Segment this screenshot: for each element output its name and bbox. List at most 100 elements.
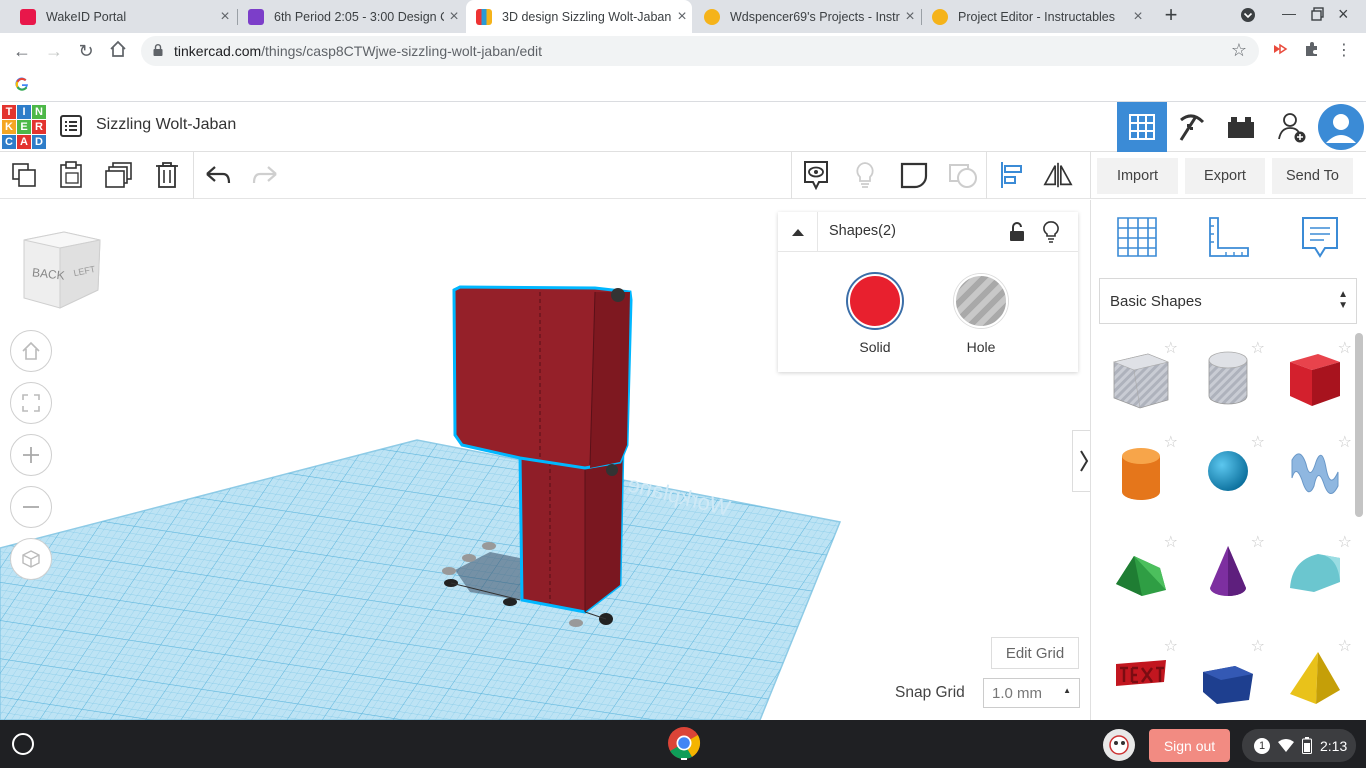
- send-to-button[interactable]: Send To: [1272, 158, 1353, 194]
- shape-round-roof[interactable]: ☆: [1278, 534, 1352, 608]
- copy-button[interactable]: [9, 160, 39, 190]
- reload-icon[interactable]: ↻: [74, 40, 98, 62]
- shape-box-hole[interactable]: ☆: [1104, 340, 1178, 414]
- shape-cylinder[interactable]: ☆: [1104, 434, 1178, 508]
- undo-button[interactable]: [203, 160, 233, 190]
- 3d-design-view-button[interactable]: [1117, 102, 1167, 152]
- google-icon[interactable]: [15, 77, 29, 91]
- favorite-star-icon[interactable]: ☆: [1251, 532, 1265, 552]
- perspective-toggle-button[interactable]: [10, 538, 52, 580]
- solid-color-swatch[interactable]: [848, 274, 902, 328]
- bookmark-star-icon[interactable]: ☆: [1231, 40, 1247, 61]
- back-icon[interactable]: ←: [10, 40, 34, 62]
- close-tab-icon[interactable]: ×: [1128, 8, 1148, 26]
- invite-user-button[interactable]: [1267, 102, 1317, 152]
- home-icon[interactable]: [106, 40, 130, 62]
- close-window-icon[interactable]: ×: [1338, 4, 1349, 25]
- tinkercad-logo[interactable]: T I N K E R C A D: [2, 105, 46, 149]
- status-tray[interactable]: 1 2:13: [1242, 729, 1356, 762]
- view-cube[interactable]: BACK LEFT: [20, 230, 102, 312]
- favorite-star-icon[interactable]: ☆: [1251, 432, 1265, 452]
- chrome-icon[interactable]: [667, 726, 701, 760]
- edit-grid-button[interactable]: Edit Grid: [991, 637, 1079, 669]
- hole-swatch[interactable]: [954, 274, 1008, 328]
- profile-avatar[interactable]: [1316, 102, 1366, 152]
- shape-wedge[interactable]: ☆: [1191, 638, 1265, 712]
- sign-out-button[interactable]: Sign out: [1149, 729, 1230, 762]
- workplane-grid[interactable]: Workplane: [0, 400, 900, 720]
- close-tab-icon[interactable]: ×: [444, 8, 464, 26]
- favorite-star-icon[interactable]: ☆: [1164, 636, 1178, 656]
- tab-project-editor[interactable]: Project Editor - Instructables ×: [922, 0, 1148, 33]
- close-tab-icon[interactable]: ×: [672, 8, 692, 26]
- shape-box[interactable]: ☆: [1278, 340, 1352, 414]
- launcher-button[interactable]: [12, 733, 34, 755]
- shape-cone[interactable]: ☆: [1191, 534, 1265, 608]
- shape-category-select[interactable]: Basic Shapes ▲ ▼: [1099, 278, 1357, 324]
- workplane-tool-icon[interactable]: [1114, 214, 1160, 260]
- bricks-view-button[interactable]: [1216, 102, 1266, 152]
- design-list-icon[interactable]: [59, 114, 83, 138]
- favorite-star-icon[interactable]: ☆: [1338, 432, 1352, 452]
- notes-tool-icon[interactable]: [1297, 214, 1343, 260]
- close-tab-icon[interactable]: ×: [215, 8, 235, 26]
- expand-shapes-panel-button[interactable]: [1072, 430, 1090, 492]
- shape-cylinder-hole[interactable]: ☆: [1191, 340, 1265, 414]
- delete-button[interactable]: [152, 160, 182, 190]
- tab-wakeid-portal[interactable]: WakeID Portal ×: [10, 0, 235, 33]
- home-view-button[interactable]: [10, 330, 52, 372]
- shapes-scrollbar[interactable]: [1355, 333, 1363, 517]
- design-title[interactable]: Sizzling Wolt-Jaban: [96, 116, 236, 134]
- user-avatar-icon[interactable]: [1102, 728, 1136, 762]
- workplane-viewport[interactable]: Workplane BACK LEFT Shapes(2) Solid Hole…: [0, 200, 1090, 720]
- shape-pyramid[interactable]: ☆: [1278, 638, 1352, 712]
- mirror-button[interactable]: [1043, 160, 1073, 190]
- tab-6th-period[interactable]: 6th Period 2:05 - 3:00 Design C ×: [238, 0, 464, 33]
- collapse-inspector-button[interactable]: [778, 212, 818, 252]
- paste-button[interactable]: [56, 160, 86, 190]
- shape-scribble[interactable]: ☆: [1278, 434, 1352, 508]
- lightbulb-icon[interactable]: [1043, 221, 1059, 243]
- blocks-view-button[interactable]: [1167, 102, 1217, 152]
- redo-button[interactable]: [250, 160, 280, 190]
- lock-icon[interactable]: [1009, 222, 1025, 242]
- shape-roof[interactable]: ☆: [1104, 534, 1178, 608]
- forward-icon[interactable]: →: [42, 40, 66, 62]
- zoom-out-button[interactable]: [10, 486, 52, 528]
- import-button[interactable]: Import: [1097, 158, 1178, 194]
- snap-grid-select[interactable]: 1.0 mm ▲: [983, 678, 1080, 708]
- logo-letter: N: [32, 105, 46, 119]
- duplicate-button[interactable]: [104, 160, 134, 190]
- minimize-icon[interactable]: —: [1282, 5, 1296, 21]
- favorite-star-icon[interactable]: ☆: [1164, 532, 1178, 552]
- new-tab-button[interactable]: +: [1160, 4, 1182, 28]
- more-menu-icon[interactable]: ⋮: [1332, 40, 1356, 62]
- restore-icon[interactable]: [1311, 7, 1325, 24]
- ruler-tool-icon[interactable]: [1206, 214, 1252, 260]
- shape-text[interactable]: ☆: [1104, 638, 1178, 712]
- extensions-puzzle-icon[interactable]: [1300, 40, 1324, 62]
- notes-tool-button[interactable]: [801, 160, 831, 190]
- favorite-star-icon[interactable]: ☆: [1251, 338, 1265, 358]
- favorite-star-icon[interactable]: ☆: [1164, 432, 1178, 452]
- shape-sphere[interactable]: ☆: [1191, 434, 1265, 508]
- ungroup-button[interactable]: [948, 160, 978, 190]
- favorite-star-icon[interactable]: ☆: [1251, 636, 1265, 656]
- tab-tinkercad-design[interactable]: 3D design Sizzling Wolt-Jaban ×: [466, 0, 692, 33]
- group-button[interactable]: [899, 160, 929, 190]
- zoom-in-button[interactable]: [10, 434, 52, 476]
- favorite-star-icon[interactable]: ☆: [1164, 338, 1178, 358]
- light-bulb-button[interactable]: [850, 160, 880, 190]
- close-tab-icon[interactable]: ×: [900, 8, 920, 26]
- tab-wdspencer-projects[interactable]: Wdspencer69's Projects - Instru ×: [694, 0, 920, 33]
- favorite-star-icon[interactable]: ☆: [1338, 532, 1352, 552]
- upper-red-box[interactable]: [452, 285, 633, 470]
- favorite-star-icon[interactable]: ☆: [1338, 636, 1352, 656]
- fit-view-button[interactable]: [10, 382, 52, 424]
- extension-icon[interactable]: [1268, 40, 1292, 62]
- align-button[interactable]: [996, 160, 1026, 190]
- tab-search-icon[interactable]: [1240, 7, 1256, 26]
- favorite-star-icon[interactable]: ☆: [1338, 338, 1352, 358]
- export-button[interactable]: Export: [1185, 158, 1265, 194]
- address-bar[interactable]: tinkercad.com/things/casp8CTWjwe-sizzlin…: [141, 36, 1259, 66]
